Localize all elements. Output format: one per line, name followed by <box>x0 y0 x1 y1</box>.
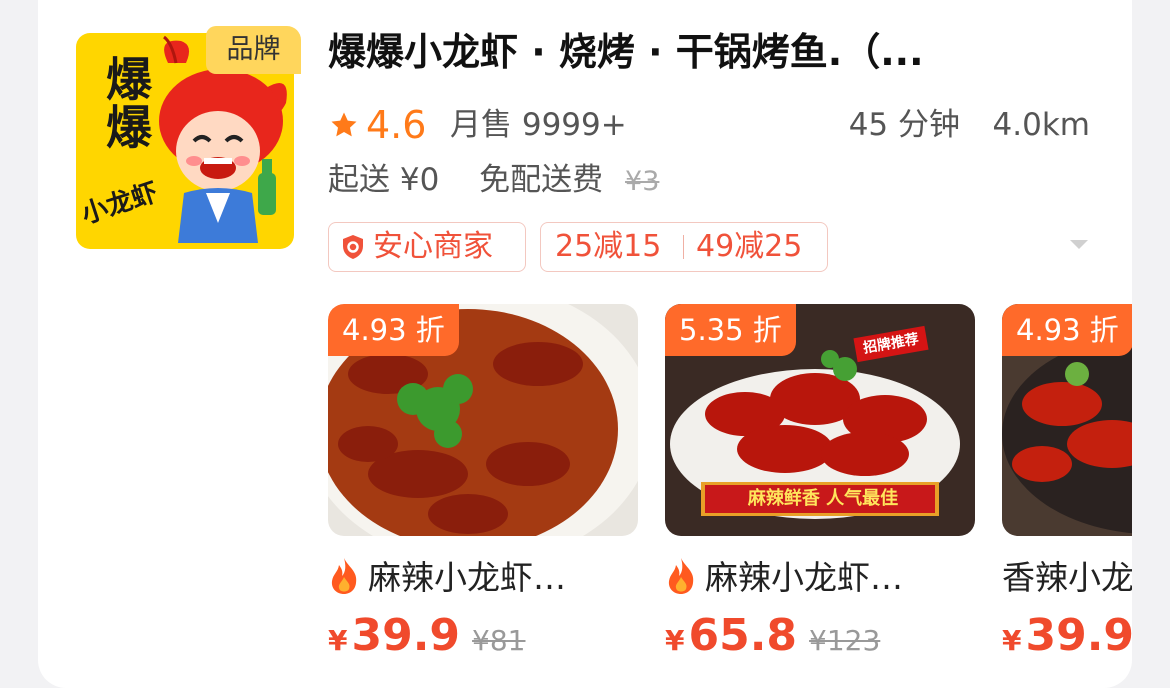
image-caption: 麻辣鲜香 人气最佳 <box>747 488 899 509</box>
product-card[interactable]: 4.93 折 麻辣小龙虾… ¥39.9 ¥81 <box>328 304 638 684</box>
promo-tag[interactable]: 25减15 49减25 <box>540 222 828 272</box>
logo-text: 爆爆 <box>99 55 153 151</box>
original-price: ¥123 <box>809 624 881 657</box>
promo-divider <box>683 235 684 259</box>
discount-badge: 4.93 折 <box>1002 304 1132 356</box>
product-name: 麻辣小龙虾… <box>665 552 975 604</box>
fire-icon <box>331 558 357 594</box>
delivery-info: 起送 ¥0 免配送费 ¥3 <box>328 155 689 205</box>
shop-rating: 4.6 <box>366 103 427 147</box>
discount-badge: 4.93 折 <box>328 304 459 356</box>
expand-chevron-icon[interactable] <box>1070 240 1088 249</box>
product-price: ¥39.9 <box>1002 610 1132 670</box>
product-image: 4.93 折 <box>328 304 638 536</box>
discount-badge: 5.35 折 <box>665 304 796 356</box>
delivery-fee: 免配送费 <box>479 162 604 198</box>
product-price: ¥65.8 ¥123 <box>665 610 880 670</box>
shop-card[interactable]: 爆爆 小龙虾 品牌 爆爆小龙虾 · 烧烤 · 干锅烤鱼.（... 4.6 月售 … <box>38 0 1132 688</box>
delivery-time: 45 分钟 <box>848 107 960 143</box>
product-name: 香辣小龙 <box>1002 558 1132 597</box>
original-delivery-fee: ¥3 <box>625 166 660 197</box>
product-image: 4.93 折 <box>1002 304 1132 536</box>
original-price: ¥81 <box>472 624 526 657</box>
safe-merchant-label: 安心商家 <box>373 229 493 264</box>
brand-badge: 品牌 <box>206 26 301 74</box>
currency-symbol: ¥ <box>665 624 685 657</box>
star-icon <box>331 112 357 137</box>
distance: 4.0km <box>992 107 1090 143</box>
currency-symbol: ¥ <box>328 624 348 657</box>
product-image: 麻辣鲜香 人气最佳 招牌推荐 5.35 折 <box>665 304 975 536</box>
shop-name[interactable]: 爆爆小龙虾 · 烧烤 · 干锅烤鱼.（... <box>328 22 1098 82</box>
current-price: 39.9 <box>1025 610 1132 661</box>
current-price: 65.8 <box>688 610 798 661</box>
product-name-text: 麻辣小龙虾… <box>705 558 903 597</box>
promo-25-off-15: 25减15 <box>555 229 662 264</box>
shield-icon <box>343 235 363 259</box>
product-card[interactable]: 麻辣鲜香 人气最佳 招牌推荐 5.35 折 麻辣小龙虾… ¥65.8 ¥123 <box>665 304 975 684</box>
fire-icon <box>668 558 694 594</box>
monthly-sales: 月售 9999+ <box>450 107 627 143</box>
currency-symbol: ¥ <box>1002 624 1022 657</box>
safe-merchant-tag[interactable]: 安心商家 <box>328 222 526 272</box>
product-price: ¥39.9 ¥81 <box>328 610 526 670</box>
product-name: 麻辣小龙虾… <box>328 552 638 604</box>
promo-49-off-25: 49减25 <box>696 229 803 264</box>
current-price: 39.9 <box>351 610 461 661</box>
product-card[interactable]: 4.93 折 香辣小龙 ¥39.9 <box>1002 304 1132 684</box>
product-name-text: 麻辣小龙虾… <box>368 558 566 597</box>
min-order: 起送 ¥0 <box>328 162 440 198</box>
shop-stats: 4.6 月售 9999+ 45 分钟 4.0km <box>328 100 1090 150</box>
